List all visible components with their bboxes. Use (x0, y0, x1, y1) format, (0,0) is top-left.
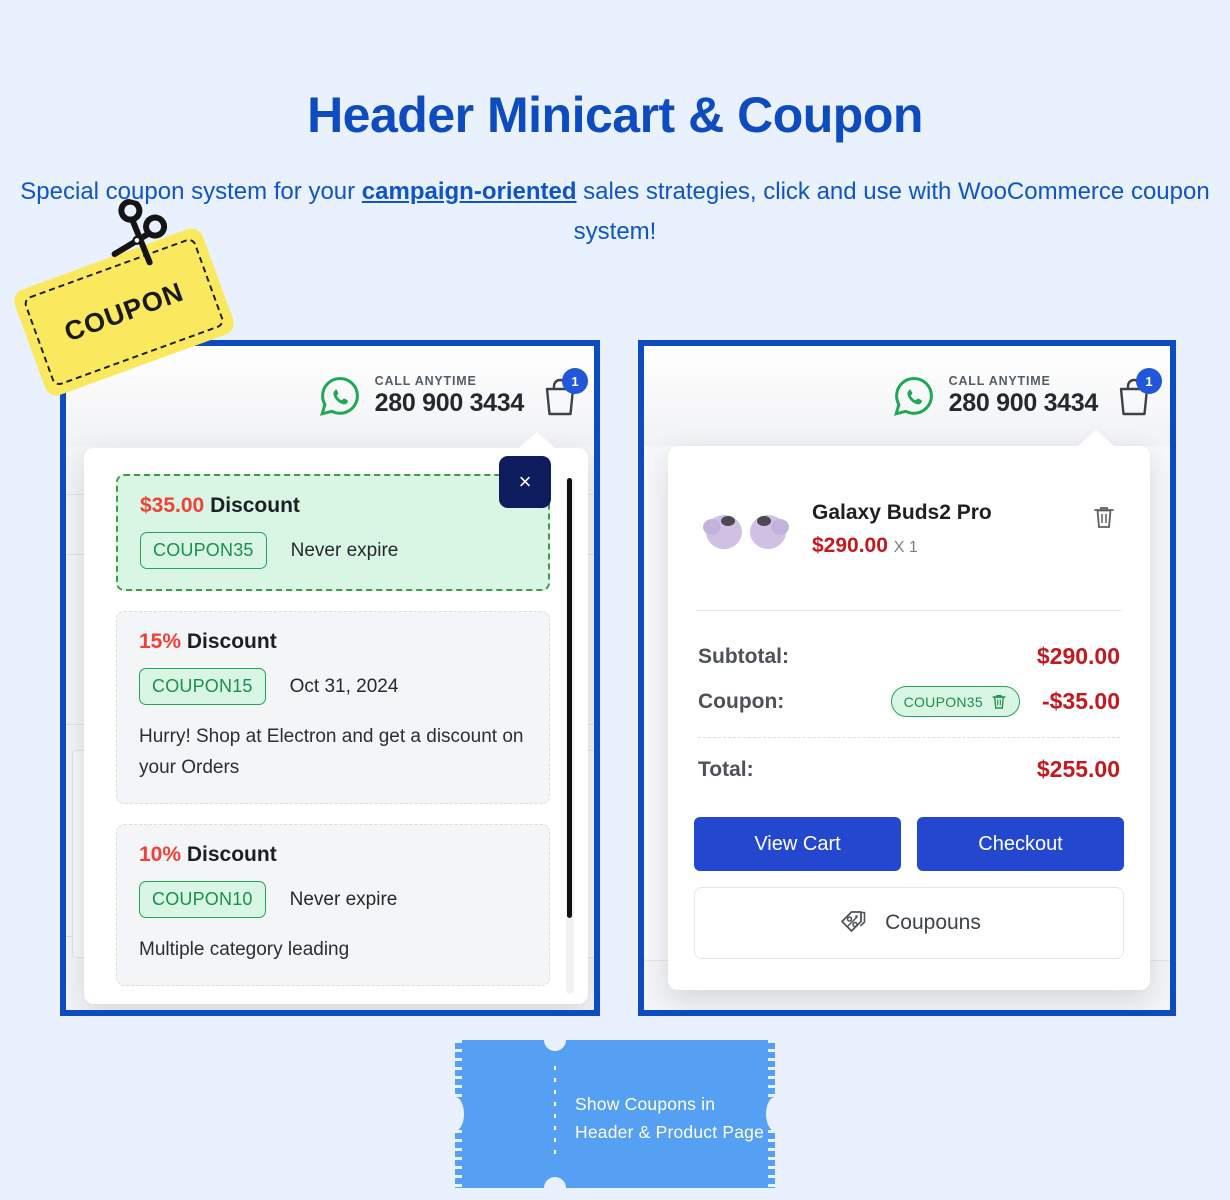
coupon-expiry: Oct 31, 2024 (289, 675, 399, 697)
coupons-button[interactable]: Coupouns (694, 887, 1124, 959)
coupon-panel-screenshot: CALL ANYTIME 280 900 3434 1 $35.00 Disco… (60, 340, 600, 1016)
coupon-list[interactable]: $35.00 Discount COUPON35 Never expire 15… (84, 448, 588, 1004)
total-label: Total: (698, 757, 754, 781)
divider (696, 610, 1122, 611)
ticket-notch-right (766, 1097, 784, 1131)
ticket-caption-line-1: Show Coupons in (575, 1094, 716, 1114)
compare-icon[interactable] (1170, 374, 1176, 418)
percent-tag-icon (837, 904, 869, 942)
ticket-caption: Show Coupons in Header & Product Page (575, 1090, 765, 1146)
cart-item-price-line: $290.00 X 1 (812, 534, 1070, 558)
shopping-bag-icon[interactable]: 1 (538, 368, 588, 420)
whatsapp-icon[interactable] (319, 375, 361, 417)
divider-dashed (698, 737, 1120, 738)
dropdown-caret (519, 432, 555, 448)
cart-count-badge: 1 (562, 368, 588, 394)
checkout-button[interactable]: Checkout (917, 817, 1124, 871)
cart-count-badge: 1 (1136, 368, 1162, 394)
coupon-expiry: Never expire (290, 539, 399, 561)
coupon-row: Coupon: COUPON35 -$35.00 (694, 678, 1124, 725)
call-anytime-block: CALL ANYTIME 280 900 3434 (948, 374, 1099, 417)
earbuds-product-image (698, 494, 794, 564)
applied-coupon-chip[interactable]: COUPON35 (890, 686, 1020, 717)
ticket-caption-line-2: Header & Product Page (575, 1122, 765, 1142)
coupon-dropdown: $35.00 Discount COUPON35 Never expire 15… (84, 448, 588, 1004)
subtotal-label: Subtotal: (698, 644, 789, 668)
coupons-button-label: Coupouns (885, 911, 981, 934)
coupon-amount-suffix: Discount (210, 494, 300, 517)
subtitle-part-2: sales strategies, click and use with Woo… (573, 178, 1210, 245)
ticket-notch-top (544, 1029, 566, 1051)
coupon-code[interactable]: COUPON35 (140, 532, 267, 569)
coupon-amount-line: $35.00 Discount (140, 494, 526, 518)
page-title: Header Minicart & Coupon (307, 87, 923, 143)
minicart-panel-screenshot: CALL ANYTIME 280 900 3434 1 Galaxy Buds2… (638, 340, 1176, 1016)
coupon-description: Multiple category leading (139, 939, 350, 960)
cart-item-name[interactable]: Galaxy Buds2 Pro (812, 501, 1070, 525)
compare-icon[interactable] (596, 374, 600, 418)
subtitle-emphasis: campaign-oriented (361, 178, 577, 205)
ticket-notch-bottom (544, 1177, 566, 1199)
total-value: $255.00 (1036, 756, 1120, 782)
coupon-code[interactable]: COUPON15 (139, 668, 266, 705)
coupon-value: -$35.00 (1041, 688, 1120, 714)
coupon-list-item[interactable]: 15% Discount COUPON15 Oct 31, 2024 Hurry… (116, 611, 550, 804)
whatsapp-icon[interactable] (893, 375, 935, 417)
cart-line-item: Galaxy Buds2 Pro $290.00 X 1 (694, 468, 1124, 574)
coupon-list-item[interactable]: $35.00 Discount COUPON35 Never expire (116, 474, 550, 591)
ticket-perforation (554, 1066, 556, 1162)
minicart-dropdown: Galaxy Buds2 Pro $290.00 X 1 Subtotal: $… (668, 446, 1150, 990)
phone-number: 280 900 3434 (374, 388, 525, 417)
scrollbar[interactable] (566, 478, 574, 994)
coupon-amount: 15% (139, 630, 182, 653)
call-anytime-label: CALL ANYTIME (948, 374, 1051, 389)
scrollbar-thumb[interactable] (567, 478, 572, 918)
total-row: Total: $255.00 (694, 748, 1124, 791)
subtitle-part-1: Special coupon system for your (20, 178, 362, 205)
applied-coupon-code: COUPON35 (903, 693, 983, 710)
view-cart-button[interactable]: View Cart (694, 817, 901, 871)
coupon-amount: 10% (139, 843, 182, 866)
subtotal-value: $290.00 (1036, 643, 1120, 669)
close-icon[interactable]: × (499, 456, 551, 508)
dropdown-caret (1078, 430, 1114, 446)
trash-icon[interactable] (1088, 500, 1120, 537)
ticket-notch-left (446, 1097, 464, 1131)
promo-graphic: Header Minicart & Coupon Special coupon … (0, 0, 1230, 1200)
coupon-description: Hurry! Shop at Electron and get a discou… (139, 726, 524, 778)
coupon-list-item[interactable]: 10% Discount COUPON10 Never expire Multi… (116, 824, 550, 986)
call-anytime-block: CALL ANYTIME 280 900 3434 (374, 374, 525, 417)
phone-number: 280 900 3434 (948, 388, 1099, 417)
call-anytime-label: CALL ANYTIME (374, 374, 477, 389)
coupon-amount: $35.00 (140, 494, 205, 517)
cart-item-quantity: X 1 (893, 538, 918, 556)
coupon-label: Coupon: (698, 689, 785, 713)
cart-item-info: Galaxy Buds2 Pro $290.00 X 1 (812, 501, 1070, 558)
coupon-amount-line: 15% Discount (139, 630, 527, 654)
shopping-bag-icon[interactable]: 1 (1112, 368, 1162, 420)
subtotal-row: Subtotal: $290.00 (694, 635, 1124, 678)
cart-item-price: $290.00 (812, 533, 888, 557)
coupon-amount-suffix: Discount (186, 630, 277, 653)
coupon-amount-line: 10% Discount (139, 843, 527, 867)
coupon-code[interactable]: COUPON10 (139, 881, 266, 918)
coupon-expiry: Never expire (289, 888, 398, 910)
coupon-amount-suffix: Discount (186, 843, 277, 866)
footer-ticket: Show Coupons in Header & Product Page (446, 1029, 784, 1199)
trash-icon[interactable] (991, 693, 1007, 710)
